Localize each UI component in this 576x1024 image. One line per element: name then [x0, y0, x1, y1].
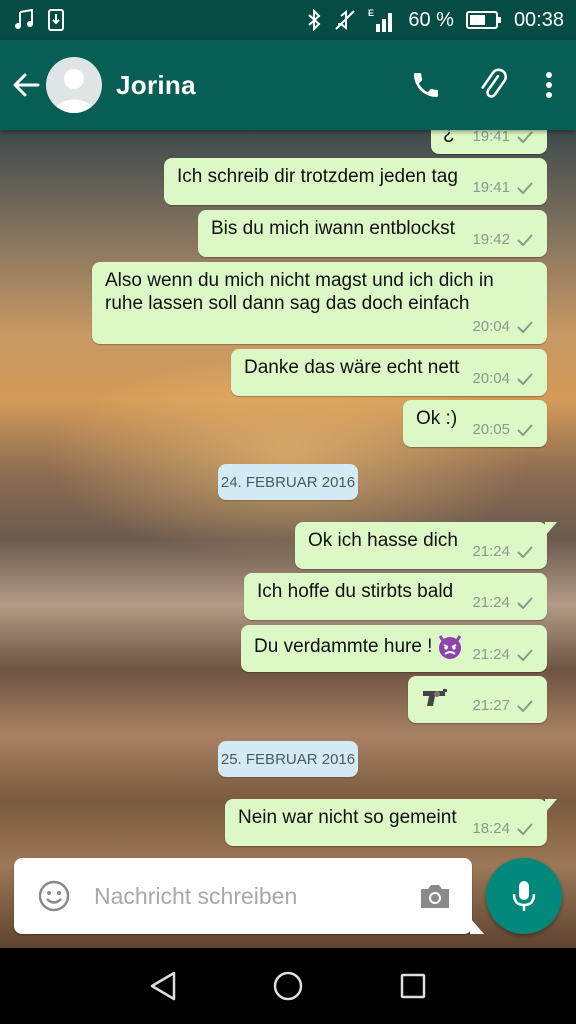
message-bubble[interactable]: Nein war nicht so gemeint 18:24 [225, 799, 557, 846]
music-note-icon [14, 9, 34, 31]
svg-text:E: E [368, 8, 374, 18]
message-text: Bis du mich iwann entblockst [211, 218, 455, 239]
emoji-icon [38, 880, 70, 912]
date-separator: 25. FEBRUAR 2016 [218, 741, 358, 777]
nav-back-icon [150, 971, 175, 1001]
message-bubble[interactable]: Du verdammte hure ! 21:24 [241, 625, 547, 672]
message-bubble[interactable]: ¿ 19:41 [431, 130, 547, 154]
call-button[interactable] [410, 69, 442, 101]
nav-recents-icon [401, 973, 426, 999]
message-text: Du verdammte hure ! [254, 635, 433, 657]
message-bubble[interactable]: Also wenn du mich nicht magst und ich di… [92, 262, 547, 344]
voice-message-button[interactable] [486, 858, 562, 934]
message-bubble[interactable]: Ich schreib dir trotzdem jeden tag 19:41 [164, 158, 547, 205]
date-separator: 24. FEBRUAR 2016 [218, 464, 358, 500]
message-time: 21:27 [472, 697, 510, 714]
check-icon [517, 372, 533, 385]
camera-button[interactable] [418, 882, 452, 910]
nav-back-button[interactable] [138, 961, 188, 1011]
message-text: ¿ [443, 130, 455, 144]
message-time: 18:24 [472, 820, 510, 837]
message-time: 21:24 [472, 594, 510, 611]
nav-home-button[interactable] [263, 961, 313, 1011]
message-bubble[interactable]: Ok ich hasse dich 21:24 [295, 522, 557, 569]
more-vert-icon [546, 72, 552, 98]
message-time: 20:05 [472, 421, 510, 438]
message-bubble[interactable]: 21:27 [408, 676, 547, 723]
attach-icon [481, 68, 507, 98]
signal-icon: E [368, 8, 396, 32]
message-text: Ich schreib dir trotzdem jeden tag [177, 166, 458, 187]
battery-percent: 60 % [408, 8, 454, 31]
more-options-button[interactable] [544, 70, 554, 100]
message-time: 20:04 [472, 370, 510, 387]
download-icon [48, 9, 64, 31]
system-nav-bar [0, 948, 576, 1024]
message-time: 19:42 [472, 231, 510, 248]
chat-area[interactable]: ¿ 19:41 Ich schreib dir trotzdem jeden t… [0, 130, 576, 948]
chat-header: Jorina [0, 40, 576, 130]
check-icon [517, 648, 533, 661]
check-icon [517, 320, 533, 333]
nav-recents-button[interactable] [388, 961, 438, 1011]
check-icon [517, 596, 533, 609]
message-text: Ich hoffe du stirbts bald [257, 581, 454, 602]
check-icon [517, 130, 533, 143]
attach-button[interactable] [476, 68, 510, 102]
back-button[interactable] [10, 69, 42, 101]
message-text: Nein war nicht so gemeint [238, 807, 457, 828]
message-bubble[interactable]: Ok :) 20:05 [403, 400, 547, 447]
check-icon [517, 699, 533, 712]
nav-home-icon [273, 971, 303, 1001]
message-input[interactable] [92, 881, 396, 911]
mic-icon [512, 881, 536, 911]
check-icon [517, 822, 533, 835]
battery-icon [465, 10, 502, 30]
status-bar: E 60 % 00:38 [0, 0, 576, 40]
message-text: Ok :) [416, 408, 458, 429]
check-icon [517, 181, 533, 194]
message-text: Danke das wäre echt nett [244, 357, 460, 378]
message-composer [14, 858, 484, 934]
camera-icon [421, 885, 449, 908]
message-bubble[interactable]: Bis du mich iwann entblockst 19:42 [198, 210, 547, 257]
avatar[interactable] [46, 57, 102, 113]
message-bubble[interactable]: Ich hoffe du stirbts bald 21:24 [244, 573, 547, 620]
bluetooth-icon [306, 9, 322, 31]
message-time: 19:41 [472, 179, 510, 196]
message-time: 19:41 [472, 130, 510, 145]
clock: 00:38 [513, 8, 564, 31]
back-arrow-icon [13, 73, 40, 97]
check-icon [517, 545, 533, 558]
emoji-button[interactable] [34, 876, 74, 916]
contact-name[interactable]: Jorina [116, 70, 196, 101]
message-text: Also wenn du mich nicht magst und ich di… [105, 270, 494, 314]
message-bubble[interactable]: Danke das wäre echt nett 20:04 [231, 349, 547, 396]
message-text: Ok ich hasse dich [308, 530, 458, 551]
avatar-icon [54, 69, 94, 113]
message-time: 21:24 [472, 646, 510, 663]
message-time: 20:04 [472, 318, 510, 335]
phone-icon [414, 73, 438, 97]
message-time: 21:24 [472, 543, 510, 560]
pistol-emoji [423, 689, 447, 706]
angry-devil-emoji [439, 635, 462, 659]
mute-icon [334, 9, 356, 31]
check-icon [517, 233, 533, 246]
check-icon [517, 423, 533, 436]
